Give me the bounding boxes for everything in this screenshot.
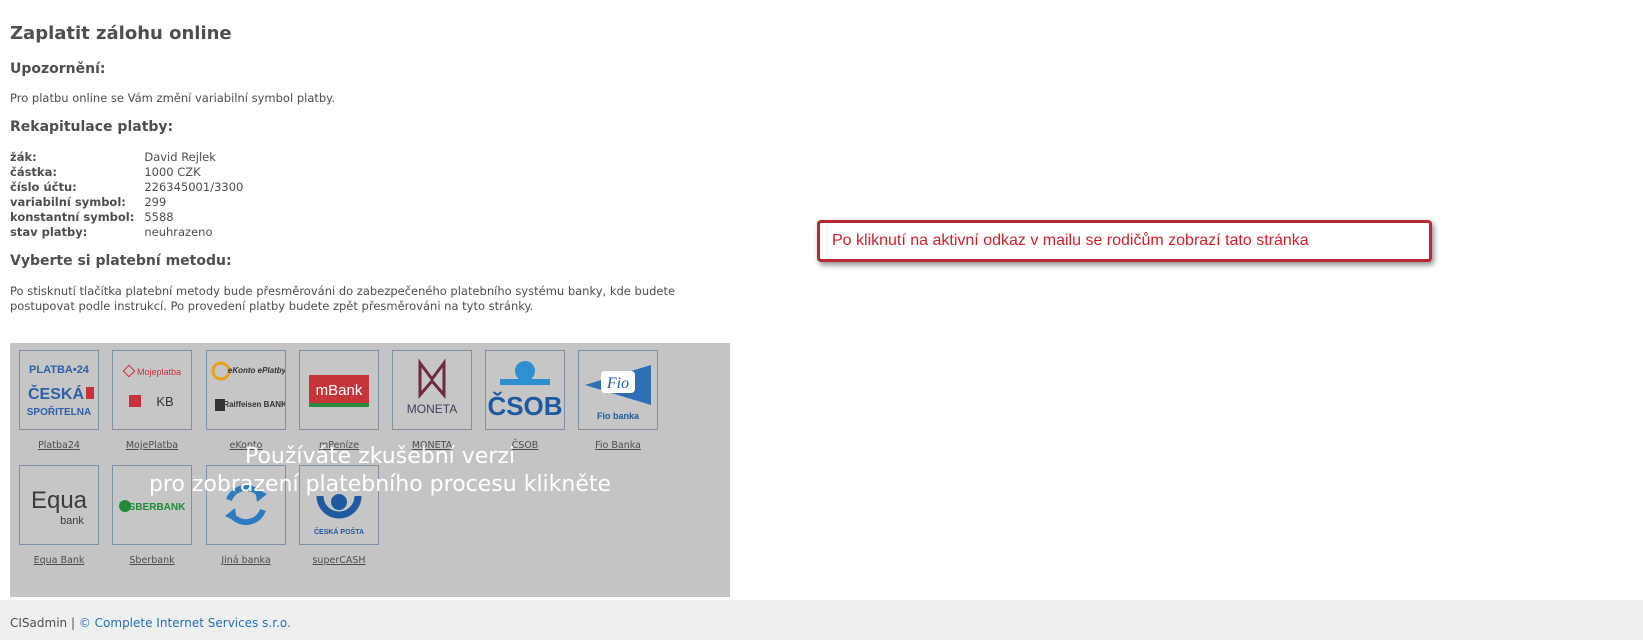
- method-label: Equa Bank: [33, 555, 85, 566]
- svg-text:ČESKÁ: ČESKÁ: [28, 384, 84, 403]
- method-sberbank[interactable]: SBERBANK Sberbank: [112, 465, 192, 566]
- svg-text:Fio: Fio: [606, 375, 629, 392]
- method-label: MojePlatba: [125, 440, 179, 451]
- svg-text:KB: KB: [156, 394, 173, 409]
- sberbank-logo: SBERBANK: [112, 465, 192, 545]
- recap-row: číslo účtu: 226345001/3300: [10, 180, 243, 195]
- method-platba24[interactable]: PLATBA•24 ČESKÁ SPOŘITELNA Platba24: [19, 350, 99, 451]
- recap-label: stav platby:: [10, 225, 88, 239]
- warning-heading: Upozornění:: [10, 61, 106, 77]
- svg-text:ČESKÁ POŠTA: ČESKÁ POŠTA: [314, 527, 364, 536]
- recap-label: žák:: [10, 150, 37, 164]
- ceska-posta-logo: ČESKÁ POŠTA: [299, 465, 379, 545]
- recap-row: variabilní symbol: 299: [10, 195, 243, 210]
- recap-value: neuhrazeno: [144, 225, 213, 239]
- svg-text:Mojeplatba: Mojeplatba: [137, 367, 181, 377]
- method-label: superCASH: [312, 555, 366, 566]
- method-label: Fio Banka: [595, 440, 641, 451]
- footer-separator: |: [70, 616, 76, 630]
- warning-text: Pro platbu online se Vám změní variabiln…: [10, 91, 335, 105]
- method-label: MONETA: [411, 440, 453, 451]
- recap-label: variabilní symbol:: [10, 195, 126, 209]
- platba24-logo: PLATBA•24 ČESKÁ SPOŘITELNA: [19, 350, 99, 430]
- payment-method-text: Po stisknutí tlačítka platební metody bu…: [10, 284, 676, 313]
- recap-row: částka: 1000 CZK: [10, 165, 243, 180]
- recap-table: žák: David Rejlek částka: 1000 CZK číslo ú…: [10, 150, 243, 240]
- svg-text:Fio banka: Fio banka: [597, 411, 640, 421]
- recap-label: konstantní symbol:: [10, 210, 135, 224]
- annotation-callout: Po kliknutí na aktivní odkaz v mailu se …: [817, 220, 1432, 262]
- recap-heading: Rekapitulace platby:: [10, 119, 174, 135]
- svg-text:MONETA: MONETA: [407, 402, 457, 416]
- moneta-logo: MONETA: [392, 350, 472, 430]
- method-label: mPeníze: [319, 440, 359, 451]
- csob-logo: ČSOB: [485, 350, 565, 430]
- method-csob[interactable]: ČSOB ČSOB: [485, 350, 565, 451]
- equa-logo: Equa bank: [19, 465, 99, 545]
- recap-label: částka:: [10, 165, 57, 179]
- method-label: Sberbank: [129, 555, 175, 566]
- svg-text:ČSOB: ČSOB: [487, 391, 562, 421]
- footer-app-name: CISadmin: [10, 616, 68, 630]
- footer: CISadmin | © Complete Internet Services …: [0, 600, 1643, 640]
- method-mojeplatba[interactable]: Mojeplatba KB MojePlatba: [112, 350, 192, 451]
- payment-method-heading: Vyberte si platební metodu:: [10, 253, 232, 269]
- footer-copyright-link[interactable]: © Complete Internet Services s.r.o.: [79, 616, 291, 630]
- method-moneta[interactable]: MONETA MONETA: [392, 350, 472, 451]
- recap-value: 299: [144, 195, 167, 209]
- recap-value: 1000 CZK: [144, 165, 201, 179]
- method-label: Jiná banka: [221, 555, 271, 566]
- method-ekonto[interactable]: eKonto ePlatby Raiffeisen BANK eKonto: [206, 350, 286, 451]
- payment-methods-panel: PLATBA•24 ČESKÁ SPOŘITELNA Platba24 Moje…: [10, 343, 730, 597]
- svg-text:Raiffeisen BANK: Raiffeisen BANK: [223, 400, 285, 409]
- recap-value: 226345001/3300: [144, 180, 244, 194]
- mbank-logo: mBank: [299, 350, 379, 430]
- method-jina-banka[interactable]: Jiná banka: [206, 465, 286, 566]
- svg-text:PLATBA•24: PLATBA•24: [29, 364, 90, 376]
- mojeplatba-logo: Mojeplatba KB: [112, 350, 192, 430]
- recap-row: žák: David Rejlek: [10, 150, 243, 165]
- method-mpenize[interactable]: mBank mPeníze: [299, 350, 379, 451]
- svg-text:mBank: mBank: [316, 382, 363, 399]
- method-fio[interactable]: Fio Fio banka Fio Banka: [578, 350, 658, 451]
- method-equa[interactable]: Equa bank Equa Bank: [19, 465, 99, 566]
- method-label: ČSOB: [511, 440, 539, 451]
- fio-logo: Fio Fio banka: [578, 350, 658, 430]
- svg-text:SBERBANK: SBERBANK: [129, 502, 186, 513]
- recap-value: 5588: [144, 210, 174, 224]
- method-supercash[interactable]: ČESKÁ POŠTA superCASH: [299, 465, 379, 566]
- method-label: eKonto: [229, 440, 263, 451]
- recap-label: číslo účtu:: [10, 180, 77, 194]
- method-label: Platba24: [38, 440, 80, 451]
- svg-text:SPOŘITELNA: SPOŘITELNA: [27, 405, 91, 418]
- refresh-icon: [206, 465, 286, 545]
- recap-value: David Rejlek: [144, 150, 216, 164]
- recap-row: konstantní symbol: 5588: [10, 210, 243, 225]
- svg-text:bank: bank: [60, 515, 84, 527]
- page-title: Zaplatit zálohu online: [10, 23, 232, 44]
- svg-text:Equa: Equa: [31, 487, 88, 514]
- callout-text: Po kliknutí na aktivní odkaz v mailu se …: [832, 232, 1309, 249]
- ekonto-logo: eKonto ePlatby Raiffeisen BANK: [206, 350, 286, 430]
- recap-row: stav platby: neuhrazeno: [10, 225, 243, 240]
- svg-text:eKonto ePlatby: eKonto ePlatby: [228, 366, 285, 375]
